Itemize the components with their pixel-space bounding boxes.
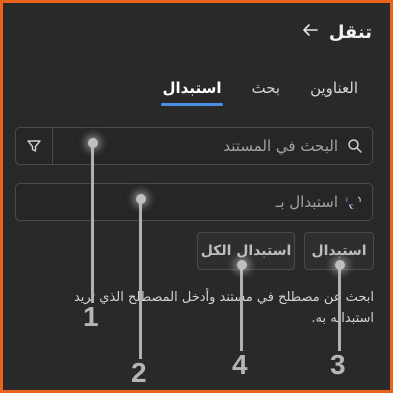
arrow-left-icon[interactable]	[301, 21, 319, 43]
callout-dot-2	[136, 194, 146, 204]
callout-dot-4	[237, 260, 247, 270]
callout-line-4	[240, 265, 243, 351]
pane-title: تنقل	[328, 21, 372, 43]
replace-description: ابحث عن مصطلح في مستند وأدخل المصطلح الذ…	[73, 290, 374, 326]
callout-dot-1	[88, 138, 98, 148]
callout-line-2	[139, 199, 142, 359]
replace-input[interactable]: b c استبدال بـ	[15, 183, 373, 221]
replace-placeholder: استبدال بـ	[275, 193, 338, 211]
search-icon	[338, 138, 372, 154]
callout-line-3	[338, 265, 341, 351]
pane-header: تنقل	[301, 21, 372, 43]
callout-number-3: 3	[330, 349, 346, 380]
callout-dot-3	[335, 260, 345, 270]
tab-search[interactable]: بحث	[251, 79, 280, 97]
filter-icon[interactable]	[16, 128, 53, 164]
replace-icon: b c	[338, 193, 372, 211]
search-input[interactable]: البحث في المستند	[15, 127, 373, 165]
callout-number-1: 1	[83, 301, 99, 332]
callout-number-4: 4	[232, 349, 248, 380]
callout-number-2: 2	[131, 357, 147, 388]
tab-replace[interactable]: استبدال	[160, 79, 224, 106]
navigation-pane: تنقل العناوين بحث استبدال البحث في المست…	[3, 3, 390, 390]
tab-bar: العناوين بحث استبدال	[160, 79, 358, 106]
svg-text:b: b	[346, 195, 348, 204]
callout-line-1	[91, 143, 94, 303]
tab-headings[interactable]: العناوين	[310, 79, 358, 97]
